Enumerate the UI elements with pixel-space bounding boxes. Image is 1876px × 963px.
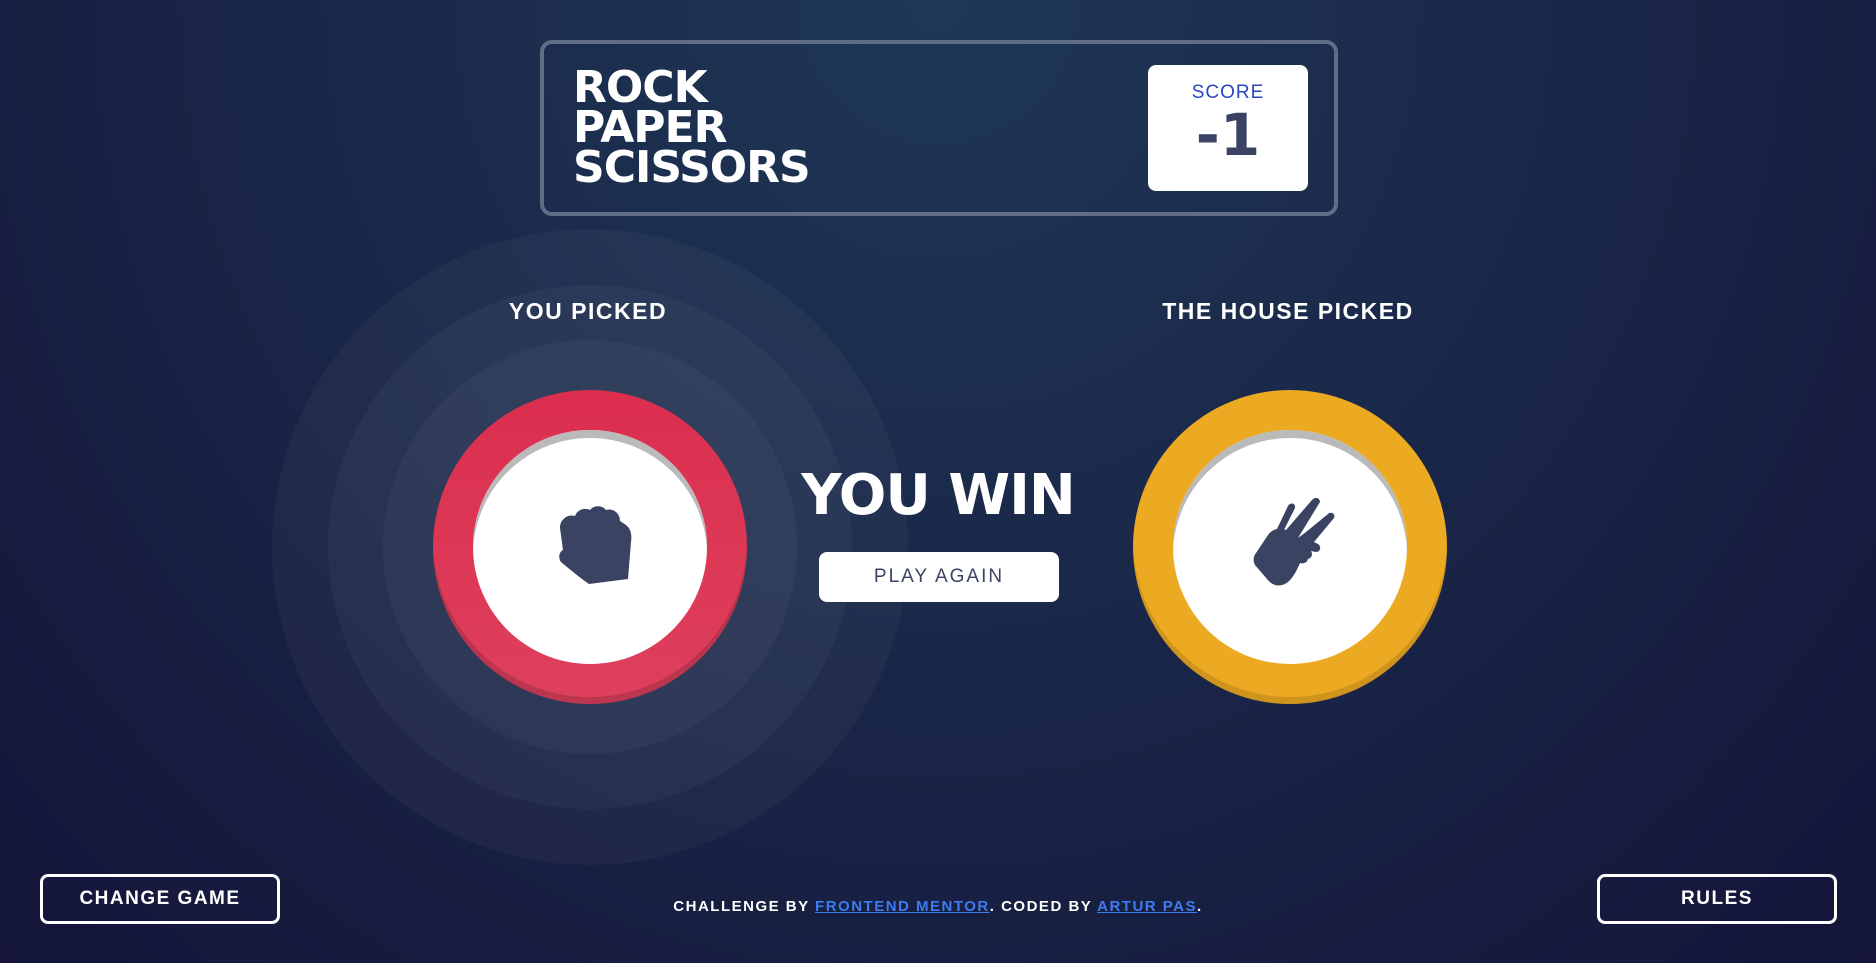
- footer-suffix: .: [1197, 898, 1203, 915]
- scoreboard-header: ROCK PAPER SCISSORS SCORE -1: [540, 40, 1338, 216]
- frontend-mentor-link[interactable]: FRONTEND MENTOR: [815, 898, 990, 915]
- game-title: ROCK PAPER SCISSORS: [573, 66, 811, 193]
- footer-middle: . CODED BY: [989, 898, 1098, 915]
- score-box: SCORE -1: [1148, 65, 1308, 191]
- scissors-icon: [1238, 488, 1342, 607]
- house-picked-label: THE HOUSE PICKED: [1162, 298, 1414, 324]
- house-pick-token-face: [1173, 430, 1407, 664]
- house-pick-token: [1133, 390, 1447, 704]
- title-line-scissors: SCISSORS: [573, 142, 811, 193]
- author-link[interactable]: ARTUR PAS: [1097, 898, 1197, 915]
- attribution-footer: CHALLENGE BY FRONTEND MENTOR. CODED BY A…: [0, 898, 1876, 915]
- result-text: YOU WIN: [801, 463, 1076, 528]
- score-value: -1: [1195, 101, 1261, 169]
- rock-icon: [538, 493, 642, 602]
- play-again-button[interactable]: PLAY AGAIN: [819, 552, 1059, 602]
- footer-prefix: CHALLENGE BY: [673, 898, 816, 915]
- user-pick-token: [433, 390, 747, 704]
- user-pick-token-face: [473, 430, 707, 664]
